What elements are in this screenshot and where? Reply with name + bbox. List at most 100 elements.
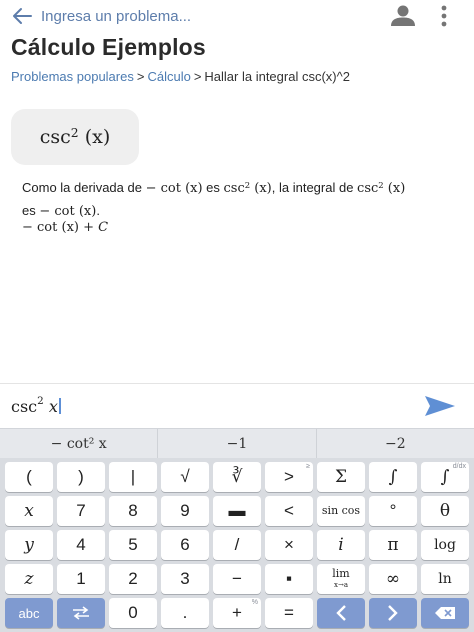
key-label: i: [338, 535, 344, 555]
key-abc[interactable]: abc: [5, 598, 53, 628]
key-label: z: [24, 569, 34, 589]
key-digit-4[interactable]: 4: [57, 530, 105, 560]
key-less[interactable]: <: [265, 496, 313, 526]
more-options-button[interactable]: [432, 1, 456, 31]
suggestion-item[interactable]: −1: [158, 429, 317, 458]
key-label: 1: [76, 569, 86, 588]
key-multiply[interactable]: ×: [265, 530, 313, 560]
math-keyboard: ( ) | √ ∛ > ≥ Σ ∫ ∫ d/dx x 7 8 9 ▬ < sin c…: [0, 458, 474, 632]
key-var-x[interactable]: x: [5, 496, 53, 526]
more-vertical-icon: [441, 5, 447, 27]
key-cursor-right[interactable]: [369, 598, 417, 628]
key-sqrt[interactable]: √: [161, 462, 209, 492]
backspace-icon: [435, 607, 455, 619]
solution-text-part: es: [22, 203, 40, 218]
key-imaginary[interactable]: i: [317, 530, 365, 560]
key-ln[interactable]: ln: [421, 564, 469, 594]
key-pi[interactable]: π: [369, 530, 417, 560]
key-definite-integral[interactable]: ∫ d/dx: [421, 462, 469, 492]
math-part: csc: [357, 181, 379, 196]
key-cursor-left[interactable]: [317, 598, 365, 628]
key-var-z[interactable]: z: [5, 564, 53, 594]
key-label: .: [182, 603, 188, 622]
user-button[interactable]: [386, 1, 420, 31]
suggestion-item[interactable]: − cot² x: [0, 429, 159, 458]
key-infinity[interactable]: ∞: [369, 564, 417, 594]
key-digit-9[interactable]: 9: [161, 496, 209, 526]
key-exponent[interactable]: ▪: [265, 564, 313, 594]
math-neg-cot-x: − cot (x): [39, 204, 96, 219]
breadcrumb-link-calculus[interactable]: Cálculo: [147, 69, 190, 84]
key-sum[interactable]: Σ: [317, 462, 365, 492]
key-integral[interactable]: ∫: [369, 462, 417, 492]
key-label: 6: [180, 535, 190, 554]
key-degree[interactable]: °: [369, 496, 417, 526]
solution-text-part: , la integral de: [271, 180, 358, 195]
key-sub-label: x→a: [334, 580, 348, 589]
key-digit-7[interactable]: 7: [57, 496, 105, 526]
key-corner-label: %: [251, 599, 258, 606]
key-log[interactable]: log: [421, 530, 469, 560]
solution-text-part: .: [96, 203, 100, 218]
key-var-y[interactable]: y: [5, 530, 53, 560]
key-digit-8[interactable]: 8: [109, 496, 157, 526]
key-label: ×: [284, 535, 294, 554]
breadcrumb-separator: >: [193, 69, 202, 84]
key-abs[interactable]: |: [109, 462, 157, 492]
key-digit-6[interactable]: 6: [161, 530, 209, 560]
math-part: (x): [254, 181, 272, 196]
breadcrumb-link-popular[interactable]: Problemas populares: [11, 69, 134, 84]
key-divide[interactable]: /: [213, 530, 261, 560]
key-decimal[interactable]: .: [161, 598, 209, 628]
key-label: °: [389, 501, 397, 520]
key-fraction[interactable]: ▬: [213, 496, 261, 526]
key-equals[interactable]: =: [265, 598, 313, 628]
key-label: 2: [128, 569, 138, 588]
suggestion-item[interactable]: −2: [317, 429, 474, 458]
key-open-paren[interactable]: (: [5, 462, 53, 492]
key-minus[interactable]: −: [213, 564, 261, 594]
search-input[interactable]: Ingresa un problema...: [41, 8, 386, 25]
key-greater[interactable]: > ≥: [265, 462, 313, 492]
key-label: 3: [180, 569, 190, 588]
solution-text-part: es: [202, 180, 224, 195]
key-label: 9: [180, 501, 190, 520]
key-limit[interactable]: lim x→a: [317, 564, 365, 594]
key-label: 4: [76, 535, 86, 554]
key-label: >: [284, 467, 294, 486]
math-part: (x): [185, 181, 203, 196]
page-title: Cálculo Ejemplos: [11, 34, 206, 60]
key-label: θ: [439, 501, 451, 521]
math-csc2-x: csc2 (x): [224, 179, 272, 196]
key-theta[interactable]: θ: [421, 496, 469, 526]
math-input-field[interactable]: csc 2 x: [11, 394, 422, 416]
key-label: +: [232, 603, 242, 622]
swap-icon: [73, 606, 89, 620]
key-digit-2[interactable]: 2: [109, 564, 157, 594]
math-part: − cot: [22, 220, 62, 235]
problem-power: 2: [70, 125, 79, 140]
key-label: 7: [76, 501, 86, 520]
back-button[interactable]: [7, 1, 37, 31]
send-icon: [425, 396, 455, 416]
math-part: − cot: [145, 181, 186, 196]
key-close-paren[interactable]: ): [57, 462, 105, 492]
key-swap[interactable]: [57, 598, 105, 628]
key-plus[interactable]: +%: [213, 598, 261, 628]
key-digit-0[interactable]: 0: [109, 598, 157, 628]
key-label: lim: [332, 566, 350, 580]
key-digit-1[interactable]: 1: [57, 564, 105, 594]
math-part: +: [78, 220, 99, 235]
key-label: =: [284, 603, 294, 622]
key-nth-root[interactable]: ∛: [213, 462, 261, 492]
math-part: 2: [244, 179, 251, 190]
key-label: log: [434, 537, 456, 553]
input-power: 2: [37, 394, 44, 407]
user-icon: [391, 5, 415, 26]
key-trig[interactable]: sin cos: [317, 496, 365, 526]
key-label: <: [284, 501, 294, 520]
key-digit-3[interactable]: 3: [161, 564, 209, 594]
send-button[interactable]: [422, 391, 458, 421]
key-digit-5[interactable]: 5: [109, 530, 157, 560]
key-backspace[interactable]: [421, 598, 469, 628]
